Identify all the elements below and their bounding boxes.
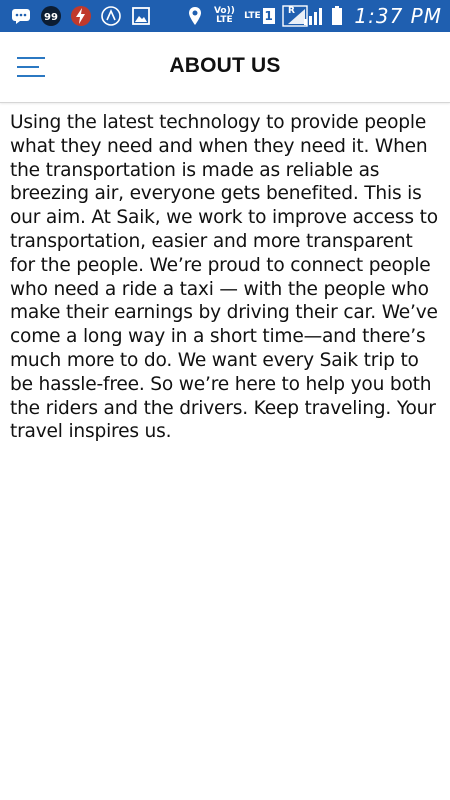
clock: 1:37 PM <box>354 4 442 28</box>
gallery-icon <box>130 5 152 27</box>
status-bar-notifications: 99 <box>10 5 152 27</box>
lte-sim1-icon: LTE 1 <box>242 5 276 27</box>
status-bar: 99 Vo)) LTE LTE 1 R 1:37 PM <box>0 0 450 32</box>
signal-strength-icon <box>302 5 324 27</box>
lte-label: LTE <box>244 10 261 21</box>
message-icon <box>10 5 32 27</box>
navigation-app-icon <box>100 5 122 27</box>
notification-badge: 99 <box>44 12 58 23</box>
volte-icon: Vo)) LTE <box>213 6 235 25</box>
app-bar: ABOUT US <box>0 32 450 103</box>
about-us-text: Using the latest technology to provide p… <box>10 112 438 443</box>
page-title: ABOUT US <box>169 54 281 77</box>
battery-icon <box>330 5 344 27</box>
flash-app-icon <box>70 5 92 27</box>
location-icon <box>184 5 206 27</box>
sim1-badge: 1 <box>262 8 275 24</box>
notification-99-icon: 99 <box>40 5 62 27</box>
roaming-label: R <box>287 5 295 16</box>
status-bar-system: Vo)) LTE LTE 1 R 1:37 PM <box>184 4 442 28</box>
